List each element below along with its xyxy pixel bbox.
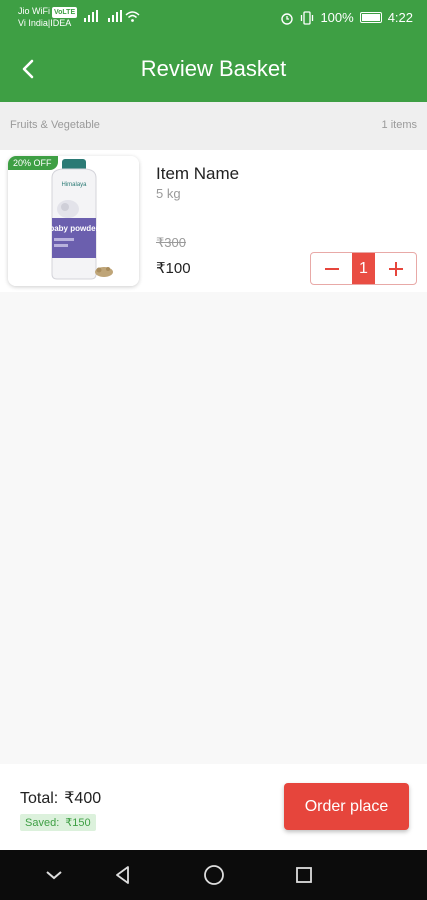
product-image[interactable]: 20% OFF Himalaya baby powder: [8, 156, 139, 286]
total-label: Total:: [20, 790, 59, 807]
app-bar: Review Basket: [0, 36, 427, 102]
order-total: Total: ₹400: [20, 788, 101, 808]
decrease-quantity-button[interactable]: [311, 253, 352, 284]
category-header: Fruits & Vegetable 1 items: [0, 102, 427, 150]
checkout-footer: Total: ₹400 Saved: ₹150 Order place: [0, 764, 427, 850]
quantity-value: 1: [352, 253, 375, 284]
carrier-2: Vi India|IDEA: [18, 18, 72, 28]
nav-recents-button[interactable]: [292, 863, 316, 887]
volte-badge: VoLTE: [52, 7, 78, 18]
signal-icon: [84, 10, 98, 22]
minus-icon: [324, 267, 339, 270]
carrier-1: Jio WiFi: [18, 6, 50, 16]
system-nav-bar: [0, 850, 427, 900]
vibrate-icon: [301, 10, 314, 25]
order-place-button[interactable]: Order place: [284, 783, 409, 830]
wifi-icon: [125, 11, 140, 22]
total-value: ₹400: [64, 790, 102, 807]
item-name: Item Name: [156, 164, 240, 183]
discount-badge: 20% OFF: [8, 156, 58, 170]
circle-home-icon: [204, 865, 224, 885]
alarm-icon: [281, 12, 294, 25]
nav-back-button[interactable]: [111, 863, 135, 887]
category-item-count: 1 items: [381, 119, 417, 131]
battery-percent: 100%: [320, 10, 354, 25]
savings-badge: Saved: ₹150: [20, 814, 96, 831]
carrier-info: Jio WiFi VoLTE Vi India|IDEA: [18, 6, 78, 29]
chevron-down-icon: [46, 871, 62, 880]
product-bottle-image: Himalaya baby powder: [8, 156, 139, 286]
quantity-stepper: 1: [310, 252, 417, 285]
status-bar: Jio WiFi VoLTE Vi India|IDEA 100% 4:22: [0, 0, 427, 36]
nav-home-button[interactable]: [202, 863, 226, 887]
battery-icon: [359, 12, 382, 23]
status-right: 100% 4:22: [280, 10, 413, 25]
saved-value: ₹150: [65, 817, 91, 829]
item-weight: 5 kg: [156, 186, 181, 201]
clock: 4:22: [387, 10, 413, 25]
original-price: ₹300: [156, 235, 186, 250]
square-recents-icon: [296, 867, 312, 883]
signal-icon: [108, 10, 122, 22]
item-price: ₹100: [156, 260, 191, 277]
plus-icon: [388, 261, 403, 276]
saved-label: Saved:: [25, 817, 60, 829]
category-name: Fruits & Vegetable: [10, 119, 100, 131]
page-title: Review Basket: [140, 56, 287, 81]
increase-quantity-button[interactable]: [375, 253, 416, 284]
triangle-back-icon: [116, 866, 129, 884]
product-label-text: baby powder: [49, 224, 98, 233]
product-brand-text: Himalaya: [61, 182, 87, 188]
nav-hide-button[interactable]: [42, 863, 66, 887]
